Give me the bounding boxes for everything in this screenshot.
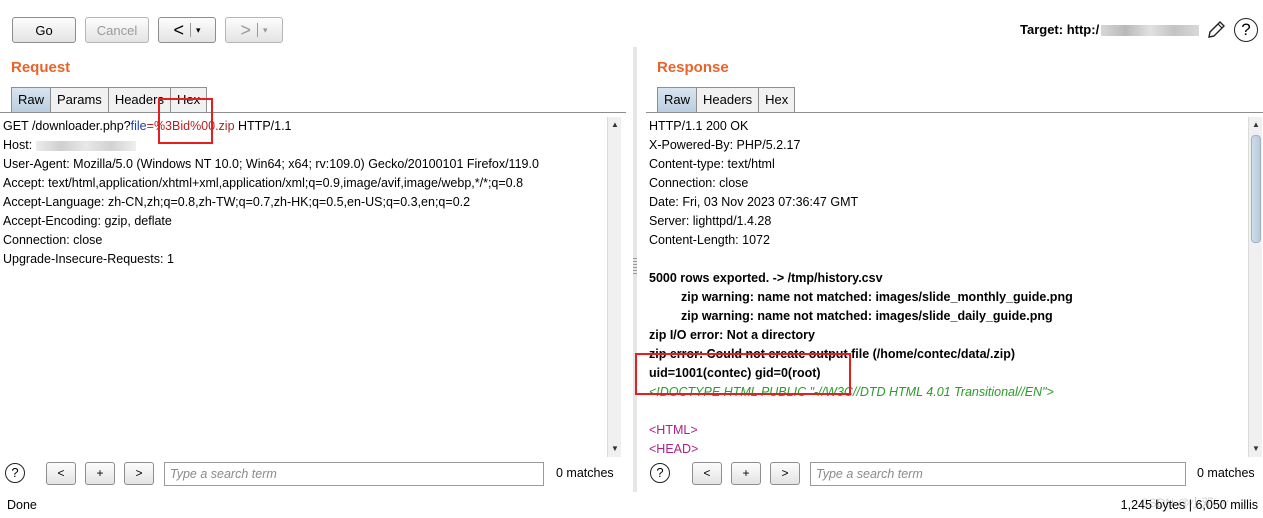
target-label: Target: http:/ (1020, 22, 1200, 37)
help-icon[interactable]: ? (5, 463, 25, 483)
connection-header: Connection: close (3, 233, 103, 247)
divider-grip-icon[interactable] (633, 258, 637, 276)
back-arrow-icon: < (173, 20, 184, 40)
accept-encoding-header: Accept-Encoding: gzip, deflate (3, 214, 172, 228)
response-editor[interactable]: HTTP/1.1 200 OK X-Powered-By: PHP/5.2.17… (649, 117, 1244, 457)
search-input[interactable] (810, 462, 1186, 486)
response-stats: 1,245 bytes | 6,050 millis (1120, 498, 1258, 512)
head-tag-line: <HEAD> (649, 442, 699, 456)
scroll-down-icon[interactable]: ▼ (1250, 443, 1262, 455)
tab-underline (0, 112, 626, 113)
response-title: Response (657, 59, 729, 76)
forward-button[interactable]: > ▾ (225, 17, 283, 43)
search-prev-button[interactable]: < (46, 462, 76, 485)
response-line (649, 402, 1244, 421)
match-count: 0 matches (1197, 466, 1255, 480)
button-separator (189, 23, 191, 37)
scroll-up-icon[interactable]: ▲ (609, 119, 621, 131)
button-separator (256, 23, 258, 37)
request-line: GET /downloader.php?file=%3Bid%00.zip HT… (3, 117, 603, 136)
response-tab-raw[interactable]: Raw (657, 87, 698, 113)
request-line-suffix: HTTP/1.1 (234, 119, 292, 133)
response-tabs: Raw Headers Hex (657, 87, 796, 113)
response-line: HTTP/1.1 200 OK (649, 119, 749, 133)
response-line: zip I/O error: Not a directory (649, 328, 816, 342)
tab-underline (646, 112, 1263, 113)
search-add-button[interactable]: + (85, 462, 115, 485)
param-equals: = (146, 119, 154, 133)
response-pane: Response Raw Headers Hex HTTP/1.1 200 OK… (646, 50, 1263, 490)
response-line (649, 250, 1244, 269)
request-pane: Request Raw Params Headers Hex GET /down… (0, 50, 630, 490)
search-prev-button[interactable]: < (692, 462, 722, 485)
help-icon[interactable]: ? (650, 463, 670, 483)
response-tab-headers[interactable]: Headers (696, 87, 760, 113)
back-button[interactable]: < ▾ (158, 17, 216, 43)
match-count: 0 matches (556, 466, 614, 480)
scroll-up-icon[interactable]: ▲ (1250, 119, 1262, 131)
accept-language-header: Accept-Language: zh-CN,zh;q=0.8,zh-TW;q=… (3, 195, 471, 209)
scroll-thumb[interactable] (1251, 135, 1261, 243)
go-label: Go (35, 22, 53, 38)
param-name: file (130, 119, 147, 133)
request-line-prefix: GET /downloader.php? (3, 119, 131, 133)
response-line: Date: Fri, 03 Nov 2023 07:36:47 GMT (649, 195, 859, 209)
response-line: 5000 rows exported. -> /tmp/history.csv (649, 271, 883, 285)
back-dropdown-icon[interactable]: ▾ (196, 25, 201, 36)
highlight-box-payload (158, 98, 213, 144)
search-input[interactable] (164, 462, 544, 486)
cancel-label: Cancel (96, 22, 138, 38)
forward-arrow-icon: > (240, 20, 251, 40)
response-search-bar: ? < + > 0 matches (646, 460, 1263, 486)
response-line: Server: lighttpd/1.4.28 (649, 214, 772, 228)
response-scrollbar[interactable]: ▲ ▼ (1248, 117, 1262, 457)
response-line: zip warning: name not matched: images/sl… (681, 290, 1073, 304)
upgrade-header: Upgrade-Insecure-Requests: 1 (3, 252, 174, 266)
edit-target-icon[interactable] (1205, 19, 1227, 41)
response-line: Content-Length: 1072 (649, 233, 770, 247)
response-line: zip warning: name not matched: images/sl… (681, 309, 1053, 323)
cancel-button[interactable]: Cancel (85, 17, 149, 43)
highlight-box-output (635, 353, 851, 395)
scroll-down-icon[interactable]: ▼ (609, 443, 621, 455)
search-next-button[interactable]: > (124, 462, 154, 485)
redacted-host (1101, 25, 1200, 37)
request-scrollbar[interactable]: ▲ ▼ (607, 117, 621, 457)
user-agent-header: User-Agent: Mozilla/5.0 (Windows NT 10.0… (3, 157, 539, 171)
response-line: X-Powered-By: PHP/5.2.17 (649, 138, 801, 152)
go-button[interactable]: Go (12, 17, 76, 43)
response-line: Connection: close (649, 176, 749, 190)
status-text: Done (7, 498, 37, 512)
response-tab-hex[interactable]: Hex (758, 87, 796, 113)
request-tab-params[interactable]: Params (50, 87, 109, 113)
request-editor[interactable]: GET /downloader.php?file=%3Bid%00.zip HT… (3, 117, 603, 457)
host-header: Host: (3, 136, 603, 155)
help-icon[interactable]: ? (1234, 18, 1258, 42)
search-add-button[interactable]: + (731, 462, 761, 485)
accept-header: Accept: text/html,application/xhtml+xml,… (3, 176, 524, 190)
request-tab-raw[interactable]: Raw (11, 87, 52, 113)
request-search-bar: ? < + > 0 matches (0, 460, 630, 486)
host-label: Host: (3, 138, 36, 152)
target-text: Target: http:/ (1020, 22, 1100, 37)
search-next-button[interactable]: > (770, 462, 800, 485)
request-title: Request (11, 59, 71, 76)
response-line: Content-type: text/html (649, 157, 775, 171)
forward-dropdown-icon[interactable]: ▾ (263, 25, 268, 36)
html-tag-line: <HTML> (649, 423, 698, 437)
redacted-host (35, 140, 136, 151)
